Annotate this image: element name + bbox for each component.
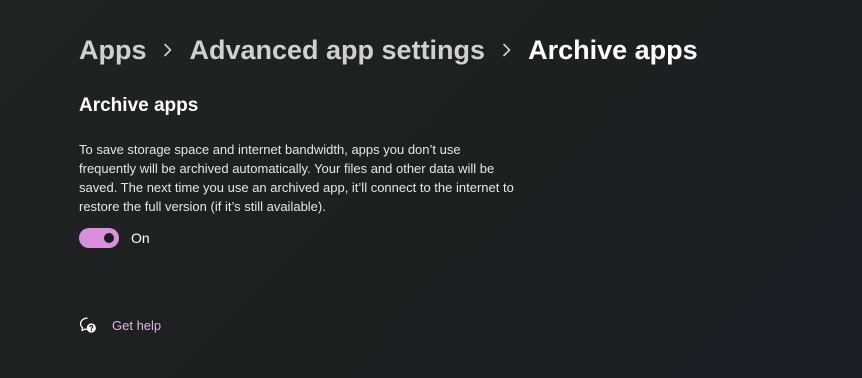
archive-apps-toggle[interactable] <box>79 228 119 248</box>
section-description: To save storage space and internet bandw… <box>79 142 514 214</box>
breadcrumb: Apps Advanced app settings Archive apps <box>79 32 698 68</box>
page-title: Archive apps <box>528 35 698 65</box>
archive-apps-toggle-row: On <box>79 228 150 248</box>
get-help-link[interactable]: Get help <box>79 316 161 334</box>
chevron-right-icon <box>147 32 190 68</box>
get-help-icon <box>79 316 97 334</box>
toggle-state-label: On <box>131 230 150 246</box>
breadcrumb-apps[interactable]: Apps <box>79 32 147 68</box>
chevron-right-icon <box>485 32 528 68</box>
get-help-label: Get help <box>112 317 162 333</box>
section-title: Archive apps <box>79 95 199 116</box>
toggle-knob <box>104 233 114 243</box>
breadcrumb-advanced-app-settings[interactable]: Advanced app settings <box>190 32 486 68</box>
